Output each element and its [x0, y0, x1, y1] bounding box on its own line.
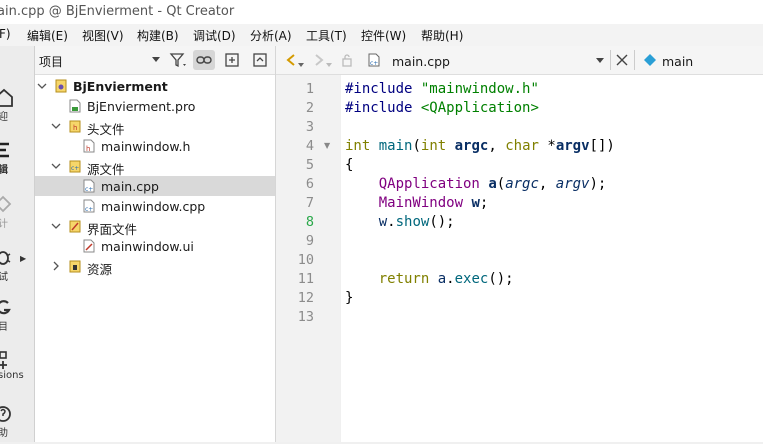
- code-line-5: {: [345, 157, 354, 173]
- svg-text:h: h: [73, 124, 77, 132]
- chevron-down-icon[interactable]: [152, 57, 160, 62]
- tree-item-mainwindow-h[interactable]: h mainwindow.h: [35, 136, 275, 156]
- tree-item-forms[interactable]: 界面文件: [35, 216, 275, 237]
- symbol-combo[interactable]: main: [662, 54, 693, 69]
- chevron-right-icon[interactable]: [51, 261, 61, 271]
- link-with-editor-button[interactable]: [193, 50, 215, 70]
- menu-help[interactable]: 帮助(H): [421, 27, 463, 44]
- fold-marker-icon[interactable]: ▼: [324, 141, 330, 150]
- chevron-down-icon[interactable]: [51, 161, 61, 171]
- tree-item-mainwindow-ui[interactable]: mainwindow.ui: [35, 236, 275, 256]
- mode-sidebar: 迎 辑 计 试 ▶ 目 sions 助: [0, 46, 35, 442]
- tree-item-resources[interactable]: 资源: [35, 256, 275, 277]
- tree-item-project[interactable]: BjEnvierment: [35, 76, 275, 96]
- svg-text:c+: c+: [85, 186, 93, 193]
- add-split-icon: [225, 53, 239, 67]
- forward-arrow-icon[interactable]: [312, 53, 326, 67]
- menu-controls[interactable]: 控件(W): [361, 27, 406, 44]
- collapse-icon: [253, 53, 267, 67]
- mode-edit[interactable]: 辑: [0, 141, 34, 181]
- close-icon[interactable]: [616, 54, 628, 66]
- design-icon: [0, 195, 12, 213]
- lock-icon[interactable]: [340, 53, 354, 67]
- code-line-4: int main(int argc, char *argv[]): [345, 138, 615, 154]
- ui-file-icon: [83, 239, 95, 253]
- header-file-icon: h: [83, 139, 95, 153]
- line-number-gutter: 1 2 3 4 ▼ 5 6 7 8 9 10 11 12 13: [276, 75, 340, 442]
- function-symbol-icon: [644, 54, 656, 66]
- tree-item-mainwindow-cpp[interactable]: c+ mainwindow.cpp: [35, 196, 275, 216]
- menu-tools[interactable]: 工具(T): [306, 27, 347, 44]
- mode-extensions[interactable]: sions: [0, 350, 34, 390]
- mode-help[interactable]: 助: [0, 404, 34, 444]
- mode-project[interactable]: 目: [0, 298, 34, 338]
- edit-icon: [0, 142, 9, 158]
- divider: [634, 50, 635, 70]
- project-view-combo[interactable]: 项目: [39, 53, 63, 70]
- project-toolbar: 项目: [35, 46, 275, 75]
- forms-folder-icon: [69, 220, 81, 233]
- link-icon: [196, 56, 212, 64]
- cpp-file-icon: c+: [83, 199, 95, 213]
- cpp-file-icon: c+: [368, 53, 380, 67]
- code-line-8: w.show();: [378, 214, 455, 230]
- svg-text:h: h: [86, 145, 90, 153]
- source-folder-icon: c+: [69, 160, 81, 173]
- resource-folder-icon: [69, 260, 81, 273]
- qt-project-icon: [55, 79, 67, 93]
- code-line-7: MainWindow w;: [378, 195, 489, 211]
- menu-debug[interactable]: 调试(D): [193, 27, 236, 44]
- code-line-2: #include <QApplication>: [345, 100, 539, 116]
- forward-dropdown-icon[interactable]: [326, 63, 332, 68]
- menu-bar: F) 编辑(E) 视图(V) 构建(B) 调试(D) 分析(A) 工具(T) 控…: [0, 24, 763, 46]
- back-dropdown-icon[interactable]: [298, 63, 304, 68]
- svg-text:c+: c+: [370, 60, 378, 67]
- debug-icon: [0, 251, 11, 265]
- menu-analyze[interactable]: 分析(A): [250, 27, 292, 44]
- chevron-down-icon[interactable]: [51, 221, 61, 231]
- mode-debug[interactable]: 试 ▶: [0, 248, 34, 288]
- back-arrow-icon[interactable]: [284, 53, 298, 67]
- chevron-down-icon[interactable]: [596, 58, 604, 63]
- code-line-6: QApplication a(argc, argv);: [378, 176, 607, 192]
- menu-view[interactable]: 视图(V): [82, 27, 124, 44]
- header-folder-icon: h: [69, 120, 81, 133]
- code-line-12: }: [345, 290, 354, 306]
- code-editor[interactable]: #include "mainwindow.h" #include <QAppli…: [341, 75, 763, 442]
- mode-welcome[interactable]: 迎: [0, 88, 34, 128]
- code-line-1: #include "mainwindow.h": [345, 81, 539, 97]
- split-button[interactable]: [221, 50, 243, 70]
- menu-file[interactable]: F): [0, 27, 11, 41]
- expand-arrow-icon[interactable]: ▶: [20, 254, 26, 263]
- pro-file-icon: [69, 99, 81, 113]
- divider: [610, 50, 611, 70]
- menu-edit[interactable]: 编辑(E): [27, 27, 68, 44]
- current-line-number: 8: [305, 214, 314, 230]
- cpp-file-icon: c+: [83, 179, 95, 193]
- extensions-icon: [0, 351, 7, 369]
- menu-build[interactable]: 构建(B): [137, 27, 179, 44]
- filter-button[interactable]: [167, 50, 189, 70]
- project-icon: [0, 300, 11, 315]
- open-file-combo[interactable]: main.cpp: [392, 54, 450, 69]
- close-split-button[interactable]: [249, 50, 271, 70]
- editor-toolbar: c+ main.cpp main: [276, 46, 763, 75]
- tree-item-pro-file[interactable]: BjEnvierment.pro: [35, 96, 275, 116]
- tree-item-main-cpp[interactable]: c+ main.cpp: [35, 176, 275, 196]
- chevron-down-icon[interactable]: [37, 81, 47, 91]
- svg-text:c+: c+: [85, 206, 93, 213]
- mode-design[interactable]: 计: [0, 195, 34, 235]
- title-bar: ain.cpp @ BjEnvierment - Qt Creator: [0, 0, 763, 24]
- home-icon: [0, 88, 13, 107]
- chevron-down-icon[interactable]: [51, 121, 61, 131]
- tree-item-headers[interactable]: h 头文件: [35, 116, 275, 137]
- code-line-11: return a.exec();: [378, 271, 514, 287]
- project-panel: 项目 BjEnvierment BjEnvierment.pro h 头文件 h…: [35, 46, 276, 442]
- filter-icon: [169, 53, 186, 68]
- tree-item-sources[interactable]: c+ 源文件: [35, 156, 275, 177]
- window-title: ain.cpp @ BjEnvierment - Qt Creator: [0, 4, 235, 19]
- help-icon: [0, 406, 11, 422]
- svg-text:c+: c+: [71, 165, 79, 172]
